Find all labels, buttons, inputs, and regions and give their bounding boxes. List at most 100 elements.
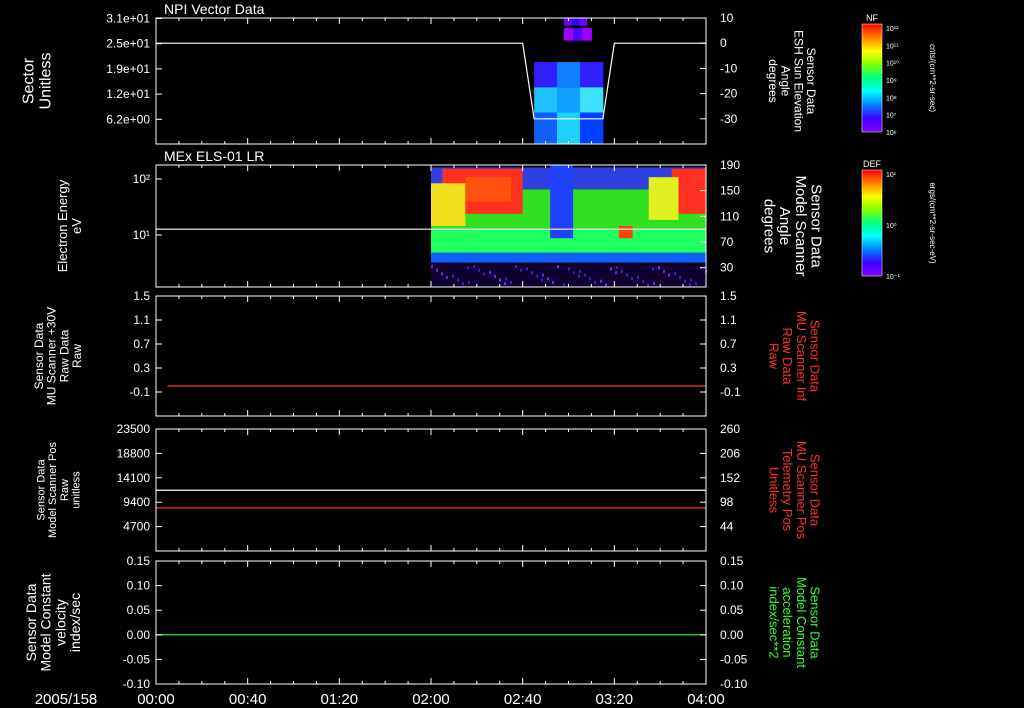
spectrogram-speck (541, 278, 543, 282)
spectrogram-speck (674, 272, 676, 276)
x-tick-label: 00:00 (137, 691, 175, 708)
y2-tick-label: 152 (720, 471, 740, 485)
spectrogram-speck (578, 274, 580, 278)
spectrogram-speck (626, 273, 628, 277)
colorbar-tick: 10⁸ (886, 95, 897, 102)
spectrogram-speck (631, 277, 633, 281)
spectrogram-speck (452, 274, 454, 278)
y2-tick-label: 44 (720, 520, 734, 534)
y2-tick-label: -20 (720, 87, 738, 101)
y2-tick-label: 206 (720, 446, 740, 460)
y-tick-label: 6.2e+00 (106, 112, 150, 126)
spectrogram-speck (690, 278, 692, 282)
colorbar-tick: 10⁶ (886, 130, 897, 137)
spectrogram-speck (573, 271, 575, 275)
panel-5-frame (155, 560, 707, 685)
y2-axis-label: degrees (760, 199, 777, 253)
spectrogram-speck (616, 266, 618, 270)
spectrogram-speck (467, 266, 469, 270)
spectrogram-speck (431, 265, 433, 269)
y2-tick-label: -10 (720, 61, 738, 75)
y-axis-label: unitless (70, 471, 82, 509)
y2-axis-label: Model Scanner (792, 176, 809, 277)
y2-tick-label: 1.5 (720, 289, 737, 303)
spectrogram-speck (515, 265, 517, 269)
y-tick-label: 0.10 (127, 579, 151, 593)
spectrogram-speck (483, 272, 485, 276)
spectrogram-cell (579, 87, 604, 113)
chart-canvas: 3.1e+01 2.5e+01 1.9e+01 1.2e+01 6.2e+00 10 0 -1… (21, 1, 937, 708)
spectrogram-speck (504, 282, 506, 286)
spectrogram-cell (557, 62, 581, 88)
spectrogram-cell (579, 18, 588, 26)
spectrogram-cell (557, 112, 581, 144)
spectrogram-speck (605, 283, 607, 287)
spectrogram-cell (534, 112, 558, 144)
y-axis-label: Unitless (37, 53, 54, 110)
spectrogram-speck (658, 266, 660, 270)
spectrogram-cell (579, 62, 604, 88)
y2-tick-label: -30 (720, 112, 738, 126)
spectrogram-speck (563, 283, 565, 287)
y2-tick-label: 0.00 (720, 628, 744, 642)
spectrogram-speck (557, 265, 559, 269)
sun-elevation-line (156, 42, 706, 120)
spectrogram-speck (689, 283, 691, 287)
y-tick-label: 14100 (117, 471, 151, 485)
spectrogram-speck (653, 282, 655, 286)
spectrogram-speck (536, 274, 538, 278)
y-tick-label: -0.10 (123, 677, 151, 691)
colorbar-title: NF (866, 13, 878, 23)
spectrogram-speck (542, 273, 544, 277)
spectrogram-cell (579, 112, 604, 144)
y-tick-label: 0.7 (133, 337, 150, 351)
spectrogram-speck (520, 268, 522, 272)
spectrogram-hotspot (618, 226, 633, 239)
y2-axis-label: degrees (766, 59, 780, 102)
y-tick-label: 4700 (123, 520, 150, 534)
y2-tick-label: 0 (720, 36, 727, 50)
spectrogram-cell (573, 28, 583, 41)
y-axis-label: Raw (70, 344, 84, 368)
y2-tick-label: 110 (720, 209, 739, 223)
spectrogram-speck (600, 279, 602, 283)
y-tick-label: 0.05 (127, 603, 151, 617)
spectrogram-speck (684, 279, 686, 283)
y2-tick-label: 260 (720, 422, 740, 436)
y2-tick-label: 70 (720, 235, 734, 249)
y2-tick-label: 0.3 (720, 361, 737, 375)
spectrogram-speck (679, 276, 681, 280)
spectrogram-speck (473, 265, 475, 269)
spectrogram-speck (663, 269, 665, 273)
panel-1-frame (155, 17, 707, 145)
y2-tick-label: 190 (720, 158, 740, 172)
spectrogram-speck (547, 277, 549, 281)
y-tick-label: 10² (133, 172, 150, 186)
panel-title: MEx ELS-01 LR (164, 148, 264, 164)
spectrogram-cell (563, 28, 574, 41)
y-tick-label: 10¹ (133, 228, 150, 242)
panel-title: NPI Vector Data (164, 1, 265, 17)
spectrogram-cell (534, 87, 558, 113)
spectrogram-cell (534, 62, 558, 88)
spectrogram-speck (594, 280, 596, 284)
y-axis-label: index/sec (67, 593, 83, 652)
colorbar-tick: 10¹⁰ (886, 60, 899, 68)
colorbar-tick: 10⁰ (886, 222, 897, 230)
colorbar-tick: 10⁻¹ (886, 274, 900, 281)
date-label: 2005/158 (35, 691, 98, 708)
x-tick-label: 00:40 (229, 691, 267, 708)
y2-axis-label: Angle (776, 207, 793, 245)
spectrogram-speck (637, 276, 639, 280)
y2-tick-label: 0.7 (720, 337, 737, 351)
y-axis-label: Model Scanner Pos (47, 442, 59, 538)
spectrogram-speck (505, 277, 507, 281)
y2-axis-label: Raw (767, 343, 782, 370)
y2-tick-label: 0.10 (720, 579, 744, 593)
spectrogram-speck (621, 269, 623, 273)
x-tick-label: 02:40 (504, 691, 542, 708)
spectrogram-speck (478, 268, 480, 272)
spectrogram-hotspot (465, 177, 512, 202)
colorbar-units: cnts/(cm**2-sr-sec) (928, 44, 937, 112)
y2-tick-label: 98 (720, 495, 734, 509)
